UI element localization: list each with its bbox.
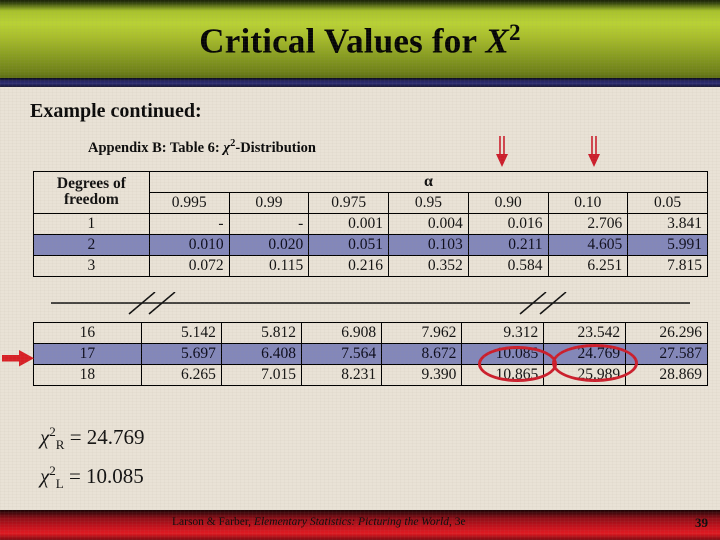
table-subtitle: Appendix B: Table 6: χ2-Distribution [88, 138, 316, 157]
cell-value: 6.265 [140, 364, 222, 386]
cell-value: 3.841 [627, 213, 708, 235]
cell-df: 16 [33, 322, 142, 344]
cell-value: 0.103 [388, 234, 469, 256]
cell-value: 5.142 [140, 322, 222, 344]
footer-authors: Larson & Farber, [172, 516, 254, 528]
cell-value: 6.251 [547, 255, 629, 277]
column-header-1: 0.99 [228, 192, 310, 214]
formula-list: χ2R = 24.769 χ2L = 10.085 [40, 424, 145, 502]
cell-df: 17 [33, 343, 142, 365]
ellipse-annotation-right [552, 344, 638, 382]
table-top: Degrees of freedom α 0.995 0.99 0.975 0.… [33, 171, 709, 277]
chi-square-table-top: Degrees of freedom α 0.995 0.99 0.975 0.… [33, 171, 709, 277]
cell-value: 5.812 [220, 322, 303, 344]
column-header-2: 0.975 [308, 192, 390, 214]
page-title: Critical Values for X2 [0, 20, 720, 62]
cell-value: 6.408 [220, 343, 303, 365]
table-row: 16 5.142 5.812 6.908 7.962 9.312 23.542 … [33, 322, 708, 344]
cell-df: 18 [33, 364, 142, 386]
cell-df: 1 [33, 213, 150, 235]
footer-edition: , 3e [449, 516, 466, 528]
example-heading: Example continued: [30, 100, 202, 122]
footer-book-title: Elementary Statistics: Picturing the Wor… [253, 516, 449, 528]
subtitle-suffix: -Distribution [235, 139, 316, 156]
cell-value: 8.231 [300, 364, 383, 386]
down-arrow-icon-left-column [492, 136, 512, 175]
cell-value: 0.020 [228, 234, 310, 256]
table-break-indicator [33, 291, 708, 318]
table-row: 1 - - 0.001 0.004 0.016 2.706 3.841 [33, 213, 708, 235]
title-banner: Critical Values for X2 [0, 0, 720, 78]
df-header-line2: freedom [64, 191, 119, 208]
header-degrees-of-freedom: Degrees of freedom [33, 171, 150, 214]
cell-value: 4.605 [547, 234, 629, 256]
cell-value: 23.542 [543, 322, 627, 344]
page-title-text: Critical Values for [199, 21, 486, 61]
cell-value: 0.115 [228, 255, 310, 277]
cell-value: 0.004 [388, 213, 469, 235]
right-arrow-icon-row-marker [2, 348, 36, 373]
cell-df: 2 [33, 234, 150, 256]
table-row-highlighted: 2 0.010 0.020 0.051 0.103 0.211 4.605 5.… [33, 234, 708, 256]
subtitle-prefix: Appendix B: Table 6: [88, 139, 224, 156]
cell-value: 5.697 [140, 343, 222, 365]
cell-value: 6.908 [300, 322, 383, 344]
cell-value: 0.584 [467, 255, 549, 277]
column-header-3: 0.95 [388, 192, 469, 214]
cell-value: 0.352 [388, 255, 469, 277]
cell-value: 2.706 [547, 213, 629, 235]
cell-value: - [148, 213, 230, 235]
column-header-4: 0.90 [467, 192, 549, 214]
formula-chi-symbol: χ [40, 464, 50, 489]
formula-chi-square-right: χ2R = 24.769 [40, 424, 145, 453]
cell-value: 7.015 [220, 364, 303, 386]
banner-underline-bar [0, 78, 720, 87]
column-header-0: 0.995 [148, 192, 230, 214]
cell-value: 7.815 [627, 255, 708, 277]
cell-value: 5.991 [627, 234, 708, 256]
table-header-row-alpha: Degrees of freedom α [33, 171, 709, 214]
cell-df: 3 [33, 255, 150, 277]
cell-value: 8.672 [381, 343, 463, 365]
down-arrow-icon-right-column [584, 136, 604, 175]
ellipse-annotation-left [478, 346, 557, 382]
footer-citation: Larson & Farber, Elementary Statistics: … [172, 516, 466, 528]
cell-value: 9.390 [381, 364, 463, 386]
formula-chi-symbol: χ [40, 425, 50, 449]
page-title-exponent: 2 [509, 20, 521, 45]
df-header-line1: Degrees of [56, 174, 126, 192]
column-header-6: 0.05 [627, 192, 708, 214]
cell-value: 0.051 [308, 234, 390, 256]
cell-value: 0.016 [467, 213, 549, 235]
page-title-variable: X [485, 21, 510, 61]
formula-chi-square-left: χ2L = 10.085 [40, 463, 145, 492]
footer-bar: Larson & Farber, Elementary Statistics: … [0, 510, 720, 540]
cell-value: 0.072 [148, 255, 230, 277]
cell-value: 26.296 [625, 322, 708, 344]
page-number: 39 [695, 515, 708, 530]
formula-left-value: = 10.085 [63, 464, 144, 489]
formula-subscript-l: L [55, 476, 64, 492]
cell-value: 28.869 [625, 364, 708, 386]
table-row: 3 0.072 0.115 0.216 0.352 0.584 6.251 7.… [33, 255, 708, 277]
cell-value: 0.010 [148, 234, 230, 256]
cell-value: 7.962 [381, 322, 463, 344]
column-header-5: 0.10 [547, 192, 629, 214]
formula-right-value: = 24.769 [64, 425, 145, 449]
cell-value: 0.211 [467, 234, 549, 256]
cell-value: 7.564 [300, 343, 383, 365]
cell-value: 9.312 [461, 322, 545, 344]
cell-value: - [228, 213, 310, 235]
header-alpha: α [148, 171, 709, 193]
cell-value: 0.001 [308, 213, 390, 235]
cell-value: 0.216 [308, 255, 390, 277]
